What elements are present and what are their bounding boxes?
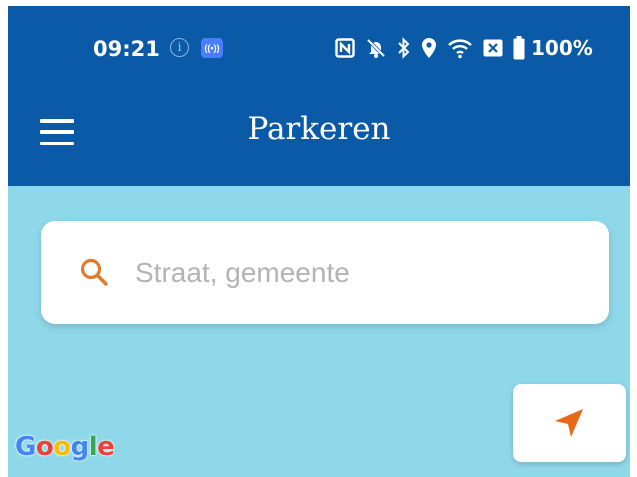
live-broadcast-icon: ((•)) xyxy=(201,38,223,58)
close-box-icon xyxy=(483,39,503,57)
do-not-disturb-bell-icon xyxy=(366,38,386,58)
search-bar[interactable] xyxy=(41,221,609,324)
page-title: Parkeren xyxy=(247,111,391,147)
battery-percentage: 100% xyxy=(531,36,593,60)
system-icons: 100% xyxy=(335,35,593,61)
status-time: 09:21 xyxy=(93,37,160,61)
bluetooth-icon xyxy=(398,37,410,59)
info-icon: i xyxy=(170,38,189,57)
map-view[interactable]: Google xyxy=(8,186,630,477)
navigation-arrow-icon xyxy=(555,409,583,437)
battery-icon xyxy=(513,36,525,60)
wifi-icon xyxy=(448,39,472,59)
location-pin-icon xyxy=(422,38,436,58)
search-input[interactable] xyxy=(133,247,577,299)
my-location-button[interactable] xyxy=(513,384,626,462)
search-icon xyxy=(80,258,108,286)
app-bar: 09:21 i ((•)) 100% Parkeren xyxy=(8,6,630,186)
google-logo: Google xyxy=(15,432,115,462)
status-bar: 09:21 i ((•)) 100% xyxy=(8,6,630,92)
nfc-icon xyxy=(335,38,355,58)
